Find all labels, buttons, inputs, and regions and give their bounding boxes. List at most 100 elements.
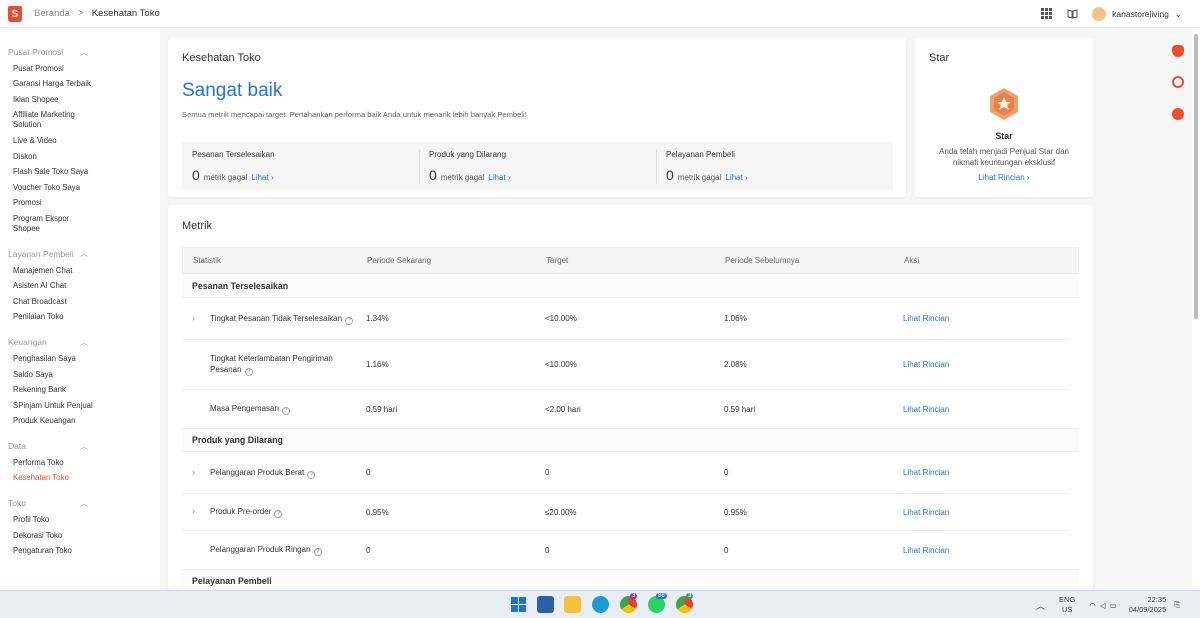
sidebar-item[interactable]: Saldo Saya (0, 370, 100, 380)
sidebar-section-promosi: Pusat Promosi ︿ Pusat Promosi Garansi Har… (0, 46, 160, 234)
previous-value: 0 (724, 468, 729, 477)
breadcrumb-home[interactable]: Beranda (34, 8, 70, 19)
sidebar-section-title[interactable]: Toko ︿ (0, 497, 160, 509)
notification-icon[interactable]: ⎘ (1174, 600, 1180, 610)
shopee-logo-icon[interactable]: S (8, 5, 22, 22)
avatar (1092, 7, 1107, 21)
sidebar-item[interactable]: Rekening Bank (0, 385, 100, 395)
metric-summary-item: Produk yang Dilarang 0 metrik gagal Liha… (419, 142, 656, 190)
sidebar-item[interactable]: Penilaian Toko (0, 312, 100, 322)
column-header: Target (546, 256, 569, 265)
view-details-link[interactable]: Lihat Rincian (903, 405, 1053, 414)
edge-icon[interactable] (592, 596, 609, 613)
sidebar-item[interactable]: Flash Sale Toko Saya (0, 167, 100, 177)
volume-icon[interactable]: ◁ (1100, 601, 1106, 610)
clock[interactable]: 22:35 04/09/2025 (1129, 595, 1167, 615)
metric-row-name: Tingkat Pesanan Tidak Terselesaikan (210, 313, 343, 323)
sidebar-item[interactable]: Profil Toko (0, 515, 100, 525)
column-header: Statistik (193, 256, 222, 265)
chevron-up-icon: ︿ (80, 498, 88, 508)
expand-chevron-icon[interactable]: › (192, 506, 210, 516)
sidebar-item[interactable]: Performa Toko (0, 458, 100, 468)
metric-summary: Pesanan Terselesaikan 0 metrik gagal Lih… (182, 142, 893, 190)
scrollbar-thumb[interactable] (1194, 34, 1198, 319)
sidebar-item[interactable]: Voucher Toko Saya (0, 183, 100, 193)
star-details-link[interactable]: Lihat Rincian › (915, 173, 1093, 182)
chrome-icon[interactable]: 3 (676, 593, 694, 613)
sidebar-section-title[interactable]: Keuangan ︿ (0, 336, 160, 348)
sidebar-item[interactable]: Pusat Promosi (0, 64, 100, 74)
sidebar-item[interactable]: Pengaturan Toko (0, 546, 100, 556)
chat-bubble-icon[interactable] (1172, 108, 1184, 120)
current-value: 0.95% (366, 507, 389, 517)
sidebar-item[interactable]: Iklan Shopee (0, 95, 100, 105)
book-icon[interactable] (1066, 8, 1078, 20)
sidebar-item[interactable]: Garansi Harga Terbaik (0, 79, 100, 89)
file-explorer-icon[interactable] (564, 596, 581, 613)
target-value: 0 (545, 545, 550, 555)
view-details-link[interactable]: Lihat Rincian (903, 468, 1053, 477)
help-icon[interactable]: ? (281, 407, 290, 415)
table-group-header: Produk yang Dilarang (182, 428, 1079, 452)
sidebar-item[interactable]: Asisten AI Chat (0, 281, 100, 291)
top-right-controls: kanastoreliving ⌄ (1040, 0, 1182, 28)
view-link[interactable]: Lihat › (725, 173, 747, 182)
whatsapp-icon[interactable]: 86 (648, 593, 667, 613)
sidebar-section-layanan: Layanan Pembeli ︿ Manajemen Chat Asisten … (0, 248, 160, 322)
help-icon[interactable]: ? (244, 368, 253, 376)
view-details-link[interactable]: Lihat Rincian (903, 508, 1053, 517)
target-value: <2.00 hari (545, 404, 581, 414)
metrik-card: Metrik Statistik Periode Sekarang Target… (168, 205, 1093, 590)
sidebar-item[interactable]: Chat Broadcast (0, 297, 100, 307)
chevron-up-icon[interactable]: ︿ (1036, 599, 1045, 612)
chevron-up-icon: ︿ (80, 47, 88, 57)
sidebar-item[interactable]: Live & Video (0, 136, 100, 146)
table-header: Statistik Periode Sekarang Target Period… (182, 247, 1079, 274)
wifi-icon[interactable]: ◠ (1089, 601, 1096, 610)
battery-icon[interactable]: ▭ (1110, 601, 1117, 610)
column-header: Periode Sebelumnya (725, 256, 800, 265)
user-menu[interactable]: kanastoreliving ⌄ (1092, 7, 1182, 21)
windows-start-icon[interactable] (510, 596, 527, 613)
metrics-table: Statistik Periode Sekarang Target Period… (182, 247, 1079, 590)
view-details-link[interactable]: Lihat Rincian (903, 314, 1053, 323)
help-icon[interactable]: ? (313, 548, 322, 556)
notification-bell-icon[interactable] (1172, 45, 1184, 57)
help-icon[interactable]: ? (307, 470, 316, 479)
view-details-link[interactable]: Lihat Rincian (903, 546, 1053, 555)
expand-chevron-icon[interactable]: › (192, 467, 210, 477)
sidebar-section-title[interactable]: Layanan Pembeli ︿ (0, 248, 160, 260)
sidebar-item[interactable]: Penghasilan Saya (0, 354, 100, 364)
view-details-link[interactable]: Lihat Rincian (903, 360, 1053, 369)
sidebar-item[interactable]: Produk Keuangan (0, 416, 100, 426)
support-headset-icon[interactable] (1172, 76, 1184, 88)
store-icon[interactable] (537, 596, 554, 613)
health-status: Sangat baik (182, 80, 283, 101)
current-value: 1.16% (366, 360, 389, 369)
sidebar-item[interactable]: Promosi (0, 198, 100, 208)
apps-grid-icon[interactable] (1040, 8, 1052, 20)
previous-value: 0.59 hari (724, 404, 756, 414)
health-note: Semua metrik mencapai target. Pertahanka… (182, 110, 527, 119)
view-link[interactable]: Lihat › (488, 173, 510, 182)
notification-badge: 86 (656, 593, 667, 599)
sidebar-item[interactable]: Affiliate Marketing Solution (0, 110, 80, 130)
page-scrollbar[interactable] (1192, 28, 1200, 590)
chrome-icon[interactable]: 3 (620, 593, 638, 613)
expand-chevron-icon[interactable]: › (192, 313, 210, 323)
breadcrumb-current: Kesehatan Toko (91, 8, 160, 19)
sidebar-item-active[interactable]: Kesehatan Toko (0, 473, 100, 483)
help-icon[interactable]: ? (274, 510, 283, 518)
previous-value: 0 (724, 545, 729, 555)
chevron-down-icon: ⌄ (1174, 8, 1182, 19)
sidebar-item[interactable]: Dekorasi Toko (0, 531, 100, 541)
sidebar-item[interactable]: Manajemen Chat (0, 266, 100, 276)
sidebar-item[interactable]: Program Ekspor Shopee (0, 214, 70, 234)
sidebar-section-title[interactable]: Data ︿ (0, 440, 160, 452)
language-indicator[interactable]: ENG US (1059, 595, 1075, 615)
view-link[interactable]: Lihat › (251, 173, 273, 182)
sidebar-item[interactable]: Diskon (0, 152, 100, 162)
sidebar-item[interactable]: SPinjam Untuk Penjual (0, 401, 100, 411)
sidebar-section-title[interactable]: Pusat Promosi ︿ (0, 46, 160, 58)
help-icon[interactable]: ? (345, 316, 354, 325)
